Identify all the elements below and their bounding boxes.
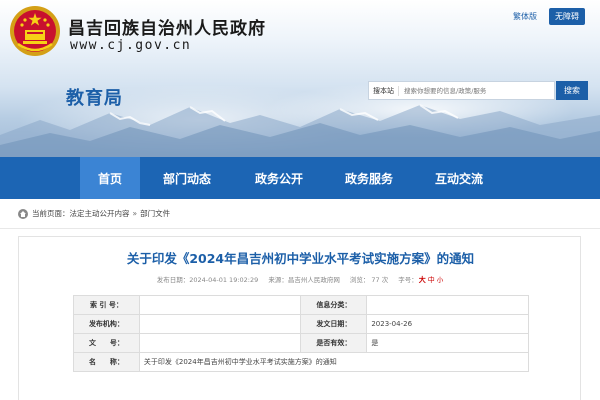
gov-title[interactable]: 昌吉回族自治州人民政府 — [68, 14, 266, 39]
issuing-agency-value — [138, 314, 302, 334]
table-row: 文 号： 是否有效： 是 — [73, 333, 529, 353]
table-row: 索 引 号： 信息分类： — [73, 295, 529, 315]
document-name-value: 关于印发《2024年昌吉州初中学业水平考试实施方案》的通知 — [138, 352, 530, 372]
search-input[interactable] — [399, 86, 529, 95]
site-header: 昌吉回族自治州人民政府 www.cj.gov.cn 教育局 繁体版 无障碍 搜本… — [0, 0, 600, 157]
table-row: 发布机构： 发文日期： 2023-04-26 — [73, 314, 529, 334]
nav-item-government-affairs[interactable]: 政务公开 — [234, 157, 324, 199]
accessibility-button[interactable]: 无障碍 — [549, 8, 585, 25]
validity-value: 是 — [366, 333, 529, 353]
search-scope-label[interactable]: 搜本站 — [369, 85, 399, 96]
nav-item-department-news[interactable]: 部门动态 — [140, 157, 234, 199]
index-number-value — [138, 295, 302, 315]
info-category-value — [366, 295, 529, 315]
issue-date-label: 发文日期： — [300, 314, 368, 334]
index-number-label: 索 引 号： — [73, 295, 140, 315]
article-source: 来源：昌吉州人民政府网 — [268, 276, 340, 284]
info-category-label: 信息分类： — [300, 295, 368, 315]
validity-label: 是否有效： — [300, 333, 368, 353]
breadcrumb-item-public-content[interactable]: 法定主动公开内容 — [70, 208, 130, 219]
publish-date: 发布日期：2024-04-01 19:02:29 — [156, 276, 259, 284]
nav-item-home[interactable]: 首页 — [80, 157, 140, 199]
home-icon — [18, 208, 28, 219]
main-nav: 首页 部门动态 政务公开 政务服务 互动交流 — [0, 157, 600, 199]
national-emblem-icon — [10, 6, 60, 56]
font-size-large[interactable]: 大 — [419, 276, 426, 284]
nav-item-government-services[interactable]: 政务服务 — [324, 157, 414, 199]
breadcrumb-item-department-docs[interactable]: 部门文件 — [140, 208, 170, 219]
document-name-label: 名 称： — [73, 352, 140, 372]
breadcrumb-prefix: 当前页面： — [32, 209, 70, 218]
article-title: 关于印发《2024年昌吉州初中学业水平考试实施方案》的通知 — [126, 251, 475, 266]
font-size-small[interactable]: 小 — [437, 276, 444, 284]
breadcrumb-separator: » — [132, 209, 138, 218]
article-container: 关于印发《2024年昌吉州初中学业水平考试实施方案》的通知 发布日期：2024-… — [18, 236, 581, 400]
gov-url[interactable]: www.cj.gov.cn — [70, 38, 191, 53]
search-button[interactable]: 搜索 — [556, 81, 588, 100]
department-title: 教育局 — [66, 88, 123, 109]
article-meta: 发布日期：2024-04-01 19:02:29 来源：昌吉州人民政府网 浏览：… — [19, 274, 582, 285]
search-box: 搜本站 — [368, 81, 555, 100]
view-count: 浏览： 77 次 — [349, 276, 389, 284]
nav-item-interaction[interactable]: 互动交流 — [414, 157, 504, 199]
issuing-agency-label: 发布机构： — [73, 314, 140, 334]
font-size-controls: 字号：大中小 — [398, 276, 444, 284]
table-row: 名 称： 关于印发《2024年昌吉州初中学业水平考试实施方案》的通知 — [73, 352, 530, 372]
document-number-value — [138, 333, 302, 353]
breadcrumb: 当前页面： 法定主动公开内容 » 部门文件 — [0, 199, 600, 229]
info-table: 索 引 号： 信息分类： 发布机构： 发文日期： 2023-04-26 文 号：… — [73, 295, 530, 372]
traditional-chinese-link[interactable]: 繁体版 — [509, 10, 541, 23]
issue-date-value: 2023-04-26 — [366, 314, 529, 334]
document-number-label: 文 号： — [73, 333, 140, 353]
font-size-medium[interactable]: 中 — [428, 276, 435, 284]
